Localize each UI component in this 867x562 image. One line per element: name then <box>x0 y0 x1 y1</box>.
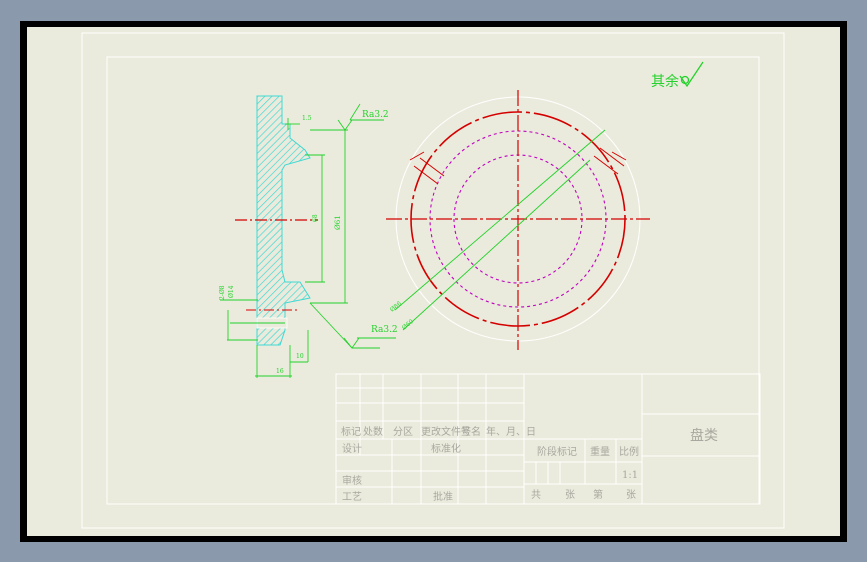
section-view <box>220 95 396 378</box>
tb-row-design: 设计 <box>342 442 362 455</box>
tb-scale-value: 1:1 <box>622 470 638 481</box>
dim-left-a: 2-Ø8 <box>219 285 226 300</box>
tb-header-4: 签名 <box>461 425 481 438</box>
tb-standardize: 标准化 <box>431 442 461 455</box>
tb-row-process: 工艺 <box>342 491 362 503</box>
tb-header-0: 标记 <box>341 426 361 438</box>
tb-row-review: 审核 <box>342 474 362 487</box>
tb-header-1: 处数 <box>363 425 383 438</box>
tb-approve: 批准 <box>433 490 453 503</box>
remaining-surfaces-note: 其余 <box>651 73 679 90</box>
tb-stage-label: 阶段标记 <box>537 445 577 458</box>
tb-footer-0: 共 <box>531 489 541 501</box>
tb-footer-3: 张 <box>626 489 636 501</box>
drawing-canvas: Ra3.2 Ra3.2 1.5 Ø61 68 2-Ø8 Ø14 10 16 Ø8… <box>81 32 785 529</box>
dim-inner: 68 <box>312 214 319 222</box>
dim-top-small: 1.5 <box>302 115 312 122</box>
tb-footer-2: 第 <box>593 488 603 501</box>
dim-bottom-a: 10 <box>296 353 304 360</box>
roughness-symbol-icon <box>679 61 704 88</box>
tb-scale-label: 比例 <box>619 445 639 458</box>
dim-bottom-b: 16 <box>276 368 284 375</box>
dim-circle-b: Ø60 <box>401 318 415 332</box>
tb-weight-label: 重量 <box>590 445 610 458</box>
tb-footer-1: 张 <box>565 489 575 501</box>
roughness-top-label: Ra3.2 <box>362 110 389 120</box>
tb-part-name: 盘类 <box>690 427 718 444</box>
dim-vertical-main: Ø61 <box>334 215 342 230</box>
dim-left-b: Ø14 <box>228 285 235 298</box>
roughness-bottom-label: Ra3.2 <box>371 325 398 335</box>
tb-header-2: 分区 <box>393 426 413 438</box>
plan-view <box>386 90 650 350</box>
tb-header-5: 年、月、日 <box>486 425 536 438</box>
dim-circle-a: Ø86 <box>389 300 403 314</box>
